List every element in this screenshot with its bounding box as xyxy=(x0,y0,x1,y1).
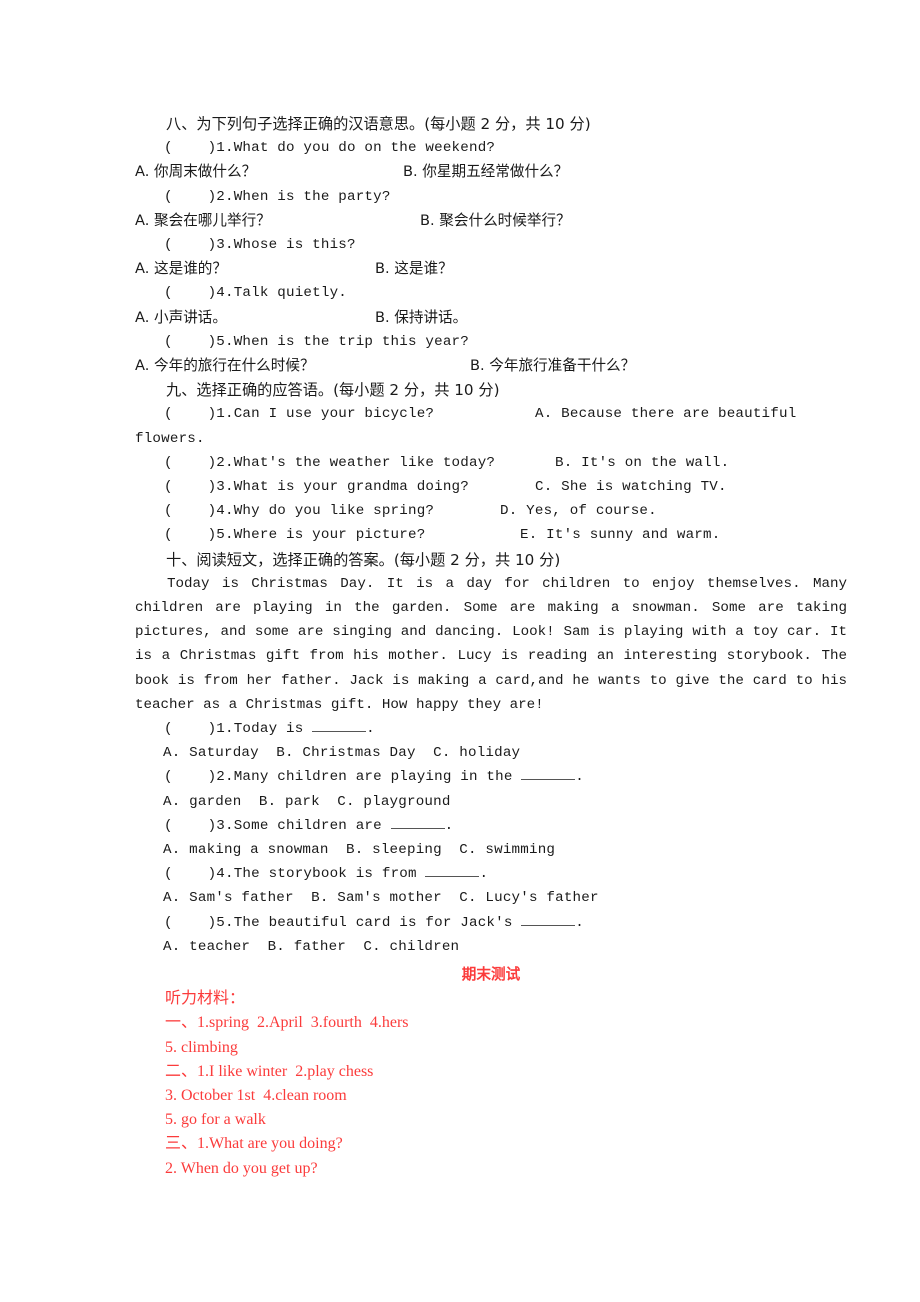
section-9-item-3: ( )3.What is your grandma doing? C. She … xyxy=(135,475,847,499)
section-10-item-5-options[interactable]: A. teacher B. father C. children xyxy=(135,935,847,959)
answer-blank[interactable] xyxy=(425,876,480,878)
option-b[interactable]: B. 聚会什么时候举行？ xyxy=(420,209,571,233)
match-answer-a[interactable]: A. Because there are beautiful xyxy=(535,402,796,426)
answer-key-line-6: 三、1.What are you doing? xyxy=(165,1135,343,1153)
question-stem: ( )2.What's the weather like today? xyxy=(164,454,496,471)
option-a[interactable]: A. 这是谁的？ xyxy=(135,257,227,281)
answer-key-line-7: 2. When do you get up? xyxy=(165,1159,318,1177)
section-9-item-2: ( )2.What's the weather like today? B. I… xyxy=(135,451,847,475)
section-8-item-4-stem: ( )4.Talk quietly. xyxy=(164,285,347,302)
section-10-item-1-stem: ( )1.Today is . xyxy=(135,717,847,741)
section-8-item-5-stem: ( )5.When is the trip this year? xyxy=(164,333,469,350)
question-marker: ( )3. xyxy=(164,817,234,834)
question-text: Some children are xyxy=(233,817,391,834)
answer-key-line-5: 5. go for a walk xyxy=(165,1111,266,1129)
question-stem: ( )3.What is your grandma doing? xyxy=(164,478,469,495)
option-b[interactable]: B. 今年旅行准备干什么？ xyxy=(470,354,635,378)
question-marker: ( )2. xyxy=(164,769,234,786)
section-8-item-3-options: A. 这是谁的？ B. 这是谁？ xyxy=(135,257,847,281)
section-10-item-3-options[interactable]: A. making a snowman B. sleeping C. swimm… xyxy=(135,838,847,862)
match-answer-c[interactable]: C. She is watching TV. xyxy=(535,475,727,499)
option-a[interactable]: A. 你周末做什么？ xyxy=(135,160,256,184)
match-answer-b[interactable]: B. It's on the wall. xyxy=(555,451,729,475)
section-10-item-4-stem: ( )4.The storybook is from . xyxy=(135,862,847,886)
option-b[interactable]: B. 你星期五经常做什么？ xyxy=(403,160,568,184)
question-text: Today is xyxy=(233,720,313,737)
question-text: The storybook is from xyxy=(233,866,426,883)
question-stem: ( )1.Can I use your bicycle? xyxy=(164,406,435,423)
section-8-item-1-stem: ( )1.What do you do on the weekend? xyxy=(164,140,496,157)
match-answer-e[interactable]: E. It's sunny and warm. xyxy=(520,523,720,547)
section-10-item-5-stem: ( )5.The beautiful card is for Jack's . xyxy=(135,911,847,935)
answer-blank[interactable] xyxy=(521,924,576,926)
section-8-item-2-options: A. 聚会在哪儿举行？ B. 聚会什么时候举行？ xyxy=(135,209,847,233)
section-10-item-4-options[interactable]: A. Sam's father B. Sam's mother C. Lucy'… xyxy=(135,886,847,910)
question-marker: ( )1. xyxy=(164,720,234,737)
section-10-item-3-stem: ( )3.Some children are . xyxy=(135,814,847,838)
reading-passage: Today is Christmas Day. It is a day for … xyxy=(135,575,847,713)
question-tail: . xyxy=(366,720,375,737)
answer-key-line-2: 5. climbing xyxy=(165,1038,238,1056)
section-10-item-1-options[interactable]: A. Saturday B. Christmas Day C. holiday xyxy=(135,741,847,765)
section-9-item-5: ( )5.Where is your picture? E. It's sunn… xyxy=(135,523,847,547)
answer-key-subtitle: 听力材料： xyxy=(165,990,246,1008)
question-tail: . xyxy=(479,866,489,883)
question-text: Many children are playing in the xyxy=(233,769,522,786)
section-8-item-5-options: A. 今年的旅行在什么时候？ B. 今年旅行准备干什么？ xyxy=(135,354,847,378)
answer-blank[interactable] xyxy=(521,779,576,781)
answer-key-line-4: 3. October 1st 4.clean room xyxy=(165,1086,347,1104)
answer-key-line-3: 二、1.I like winter 2.play chess xyxy=(165,1062,374,1080)
section-9-item-1: ( )1.Can I use your bicycle? A. Because … xyxy=(135,402,847,426)
option-a[interactable]: A. 小声讲话。 xyxy=(135,306,227,330)
section-10-item-2-options[interactable]: A. garden B. park C. playground xyxy=(135,790,847,814)
answer-blank[interactable] xyxy=(390,827,445,829)
section-10-item-2-stem: ( )2.Many children are playing in the . xyxy=(135,765,847,789)
section-10-heading: 十、阅读短文，选择正确的答案。(每小题 2 分，共 10 分) xyxy=(166,550,561,569)
page-content: 八、为下列句子选择正确的汉语意思。(每小题 2 分，共 10 分) ( )1.W… xyxy=(135,112,847,1181)
question-tail: . xyxy=(575,914,584,931)
section-8-item-4-options: A. 小声讲话。 B. 保持讲话。 xyxy=(135,306,847,330)
question-marker: ( )4. xyxy=(164,866,234,883)
question-tail: . xyxy=(575,769,584,786)
option-b[interactable]: B. 保持讲话。 xyxy=(375,306,467,330)
question-text: The beautiful card is for Jack's xyxy=(233,914,522,931)
question-stem: ( )4.Why do you like spring? xyxy=(164,503,435,520)
answer-blank[interactable] xyxy=(312,730,367,732)
answer-key-line-1: 一、1.spring 2.April 3.fourth 4.hers xyxy=(165,1014,409,1032)
question-tail: . xyxy=(444,817,454,834)
section-9-item-4: ( )4.Why do you like spring? D. Yes, of … xyxy=(135,499,847,523)
option-a[interactable]: A. 今年的旅行在什么时候？ xyxy=(135,354,315,378)
option-b[interactable]: B. 这是谁？ xyxy=(375,257,453,281)
section-8-item-1-options: A. 你周末做什么？ B. 你星期五经常做什么？ xyxy=(135,160,847,184)
answer-key-title: 期末测试 xyxy=(461,965,521,983)
match-answer-d[interactable]: D. Yes, of course. xyxy=(500,499,657,523)
exam-page: 八、为下列句子选择正确的汉语意思。(每小题 2 分，共 10 分) ( )1.W… xyxy=(0,0,920,1302)
section-9-heading: 九、选择正确的应答语。(每小题 2 分，共 10 分) xyxy=(166,381,500,400)
question-marker: ( )5. xyxy=(164,914,234,931)
section-9-item-1-wrap: flowers. xyxy=(135,430,205,447)
option-a[interactable]: A. 聚会在哪儿举行？ xyxy=(135,209,271,233)
question-stem: ( )5.Where is your picture? xyxy=(164,527,426,544)
section-8-item-3-stem: ( )3.Whose is this? xyxy=(164,236,356,253)
section-8-item-2-stem: ( )2.When is the party? xyxy=(164,188,391,205)
section-8-heading: 八、为下列句子选择正确的汉语意思。(每小题 2 分，共 10 分) xyxy=(166,115,591,133)
